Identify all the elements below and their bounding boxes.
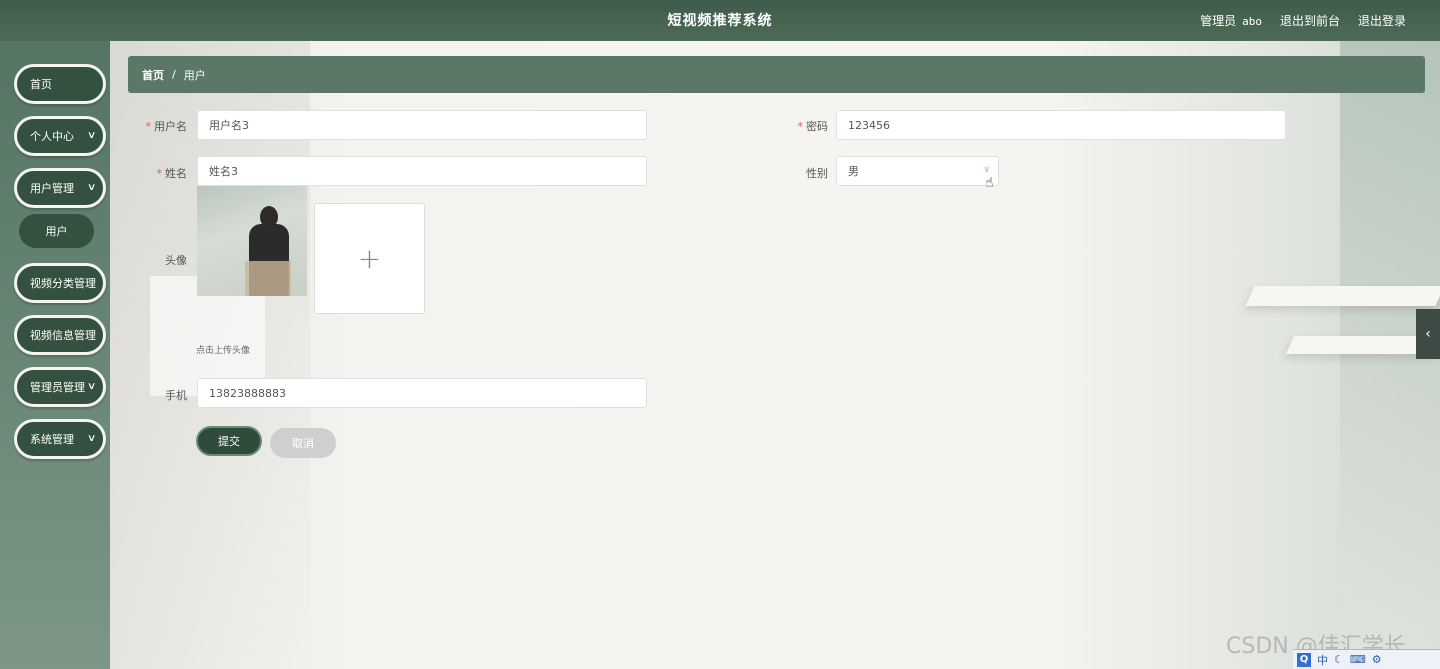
- role-label: 管理员: [1200, 14, 1237, 28]
- chevron-down-icon: ∨: [86, 433, 97, 444]
- background-shelf: [1245, 286, 1440, 306]
- sidebar-item-label: 管理员管理: [30, 381, 85, 394]
- current-user: 管理员 abo: [1200, 12, 1262, 29]
- username-label: * 用户名: [110, 118, 188, 134]
- upload-hint: 点击上传头像: [196, 346, 251, 356]
- gender-select[interactable]: 男 ∨: [836, 156, 999, 186]
- sidebar-subitem-users[interactable]: 用户: [19, 214, 94, 248]
- breadcrumb: 首页 / 用户: [128, 56, 1425, 93]
- sidebar-item-home[interactable]: 首页: [14, 64, 106, 104]
- submit-button[interactable]: 提交: [196, 426, 262, 456]
- sidebar-item-video-category[interactable]: 视频分类管理: [14, 263, 106, 303]
- avatar-figure-head: [260, 206, 278, 228]
- phone-label: 手机: [165, 389, 187, 402]
- sidebar-item-label: 用户管理: [30, 182, 74, 195]
- required-mark: *: [156, 167, 163, 180]
- breadcrumb-current: 用户: [183, 68, 206, 82]
- avatar-figure-lower: [245, 261, 291, 296]
- sidebar-item-label: 个人中心: [30, 130, 74, 143]
- name-input[interactable]: 姓名3: [197, 156, 647, 186]
- breadcrumb-home[interactable]: 首页: [142, 67, 164, 83]
- sidebar-item-label: 视频分类管理: [30, 277, 96, 290]
- chevron-left-icon: ‹: [1425, 326, 1431, 342]
- top-right-links: 管理员 abo 退出到前台 退出登录: [1200, 12, 1406, 29]
- gender-value: 男: [848, 165, 859, 178]
- hand-cursor-icon: ☝: [985, 175, 994, 191]
- username: abo: [1242, 15, 1262, 28]
- chevron-down-icon: ∨: [983, 165, 990, 175]
- main-content: 首页 / 用户 * 用户名 用户名3 * 密码 123456 * 姓名 姓名3 性别 …: [110, 41, 1440, 669]
- sidebar-item-label: 视频信息管理: [30, 329, 96, 342]
- sidebar-item-label: 首页: [30, 78, 52, 91]
- avatar-label: 头像: [165, 254, 187, 267]
- sidebar-item-system-management[interactable]: 系统管理 ∨: [14, 419, 106, 459]
- moon-icon: ☾: [1334, 653, 1344, 666]
- password-input[interactable]: 123456: [836, 110, 1286, 140]
- collapse-panel-button[interactable]: ‹: [1416, 309, 1440, 359]
- password-label-text: 密码: [806, 120, 828, 133]
- system-tray: Q 中 ☾ ⌨ ⚙: [1293, 649, 1440, 669]
- back-to-front-link[interactable]: 退出到前台: [1280, 12, 1340, 29]
- top-bar: 短视频推荐系统 管理员 abo 退出到前台 退出登录: [0, 0, 1440, 41]
- settings-icon: ⚙: [1371, 653, 1382, 666]
- password-label: * 密码: [748, 118, 829, 134]
- chevron-down-icon: ∨: [86, 182, 97, 193]
- required-mark: *: [797, 120, 804, 133]
- plus-icon: +: [357, 242, 382, 275]
- avatar-image[interactable]: [197, 186, 307, 296]
- sidebar-item-user-management[interactable]: 用户管理 ∨: [14, 168, 106, 208]
- logout-link[interactable]: 退出登录: [1358, 12, 1406, 29]
- name-label-text: 姓名: [165, 167, 187, 180]
- username-label-text: 用户名: [154, 120, 187, 133]
- phone-input[interactable]: 13823888883: [197, 378, 647, 408]
- chevron-down-icon: ∨: [86, 130, 97, 141]
- sidebar: 首页 个人中心 ∨ 用户管理 ∨ 用户 视频分类管理 视频信息管理 管理员管理 …: [0, 41, 110, 669]
- sidebar-item-label: 系统管理: [30, 433, 74, 446]
- breadcrumb-separator: /: [172, 68, 176, 81]
- sidebar-item-admin-management[interactable]: 管理员管理 ∨: [14, 367, 106, 407]
- cancel-button[interactable]: 取消: [270, 428, 336, 458]
- name-label: * 姓名: [110, 165, 188, 181]
- input-method-icon[interactable]: Q: [1297, 652, 1311, 667]
- required-mark: *: [145, 120, 152, 133]
- keyboard-icon: ⌨: [1349, 653, 1366, 666]
- chevron-down-icon: ∨: [86, 381, 97, 392]
- sidebar-item-personal-center[interactable]: 个人中心 ∨: [14, 116, 106, 156]
- avatar-upload-button[interactable]: +: [314, 203, 425, 314]
- language-indicator[interactable]: 中: [1317, 652, 1328, 668]
- sidebar-item-video-info[interactable]: 视频信息管理: [14, 315, 106, 355]
- username-input[interactable]: 用户名3: [197, 110, 647, 140]
- gender-label: 性别: [806, 167, 828, 180]
